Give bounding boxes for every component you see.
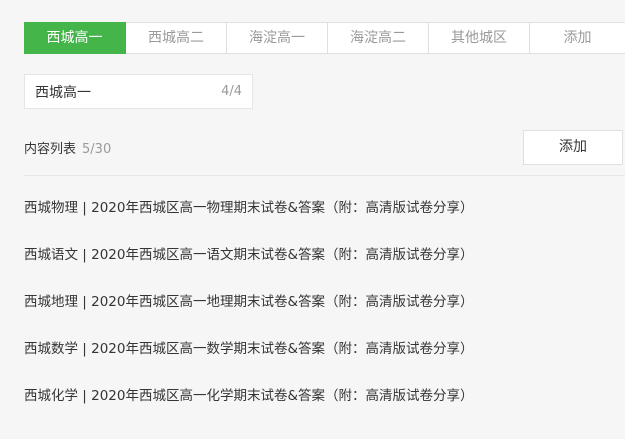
- category-name-value: 西城高一: [35, 84, 91, 101]
- tab-add[interactable]: 添加: [530, 23, 625, 53]
- content-list: 西城物理 | 2020年西城区高一物理期末试卷&答案（附：高清版试卷分享） 西城…: [24, 186, 625, 421]
- list-item[interactable]: 西城地理 | 2020年西城区高一地理期末试卷&答案（附：高清版试卷分享）: [24, 280, 625, 327]
- tab-haidian-gaoyi[interactable]: 海淀高一: [227, 23, 328, 53]
- list-item[interactable]: 西城物理 | 2020年西城区高一物理期末试卷&答案（附：高清版试卷分享）: [24, 186, 625, 233]
- category-name-input[interactable]: 西城高一 4/4: [24, 74, 253, 109]
- category-tabs: 西城高一 西城高二 海淀高一 海淀高二 其他城区 添加: [24, 22, 625, 54]
- char-counter: 4/4: [221, 84, 242, 99]
- list-item[interactable]: 西城化学 | 2020年西城区高一化学期末试卷&答案（附：高清版试卷分享）: [24, 374, 625, 421]
- tab-xicheng-gaoyi[interactable]: 西城高一: [24, 22, 126, 54]
- content-list-title: 内容列表: [24, 142, 77, 157]
- divider: [24, 175, 625, 176]
- list-item[interactable]: 西城数学 | 2020年西城区高一数学期末试卷&答案（附：高清版试卷分享）: [24, 327, 625, 374]
- tab-other-districts[interactable]: 其他城区: [429, 23, 530, 53]
- list-item[interactable]: 西城语文 | 2020年西城区高一语文期末试卷&答案（附：高清版试卷分享）: [24, 233, 625, 280]
- tab-xicheng-gaoer[interactable]: 西城高二: [126, 23, 227, 53]
- content-list-header: 内容列表 5/30: [24, 138, 111, 157]
- add-content-button[interactable]: 添加: [523, 130, 623, 165]
- tab-haidian-gaoer[interactable]: 海淀高二: [328, 23, 429, 53]
- content-list-count: 5/30: [82, 142, 112, 157]
